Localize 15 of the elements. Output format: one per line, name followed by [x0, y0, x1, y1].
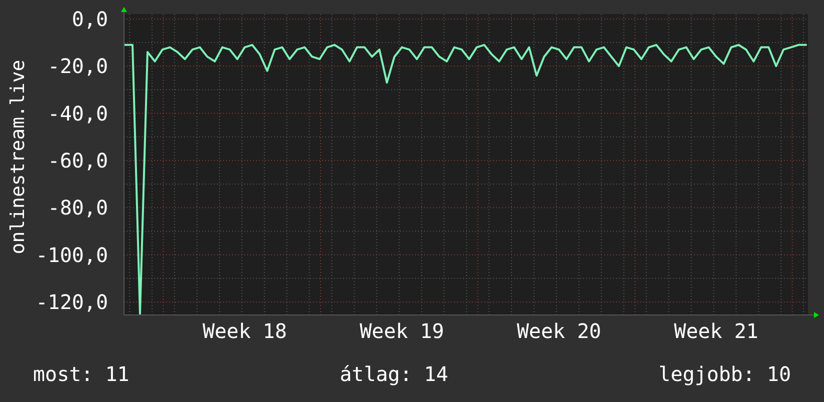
x-tick-label: Week 21 — [674, 319, 758, 343]
y-tick-label: -100,0 — [36, 242, 108, 267]
stat-text: most: 11 — [33, 361, 130, 387]
y-tick-label: -80,0 — [48, 196, 108, 220]
y-tick-label: -120,0 — [36, 290, 108, 314]
y-tick-label: 0,0 — [72, 6, 108, 31]
axis-title: onlinestream.live — [7, 58, 29, 256]
stat-text: legjobb: 10 — [658, 361, 791, 387]
x-tick-label: Week 18 — [202, 319, 287, 343]
y-tick-label: -40,0 — [48, 101, 108, 126]
stat-text: átlag: 14 — [340, 361, 448, 387]
y-tick-label: -20,0 — [48, 54, 108, 78]
x-tick-label: Week 20 — [516, 319, 602, 343]
x-tick-label: Week 19 — [360, 319, 444, 343]
y-tick-label: -60,0 — [48, 148, 108, 172]
